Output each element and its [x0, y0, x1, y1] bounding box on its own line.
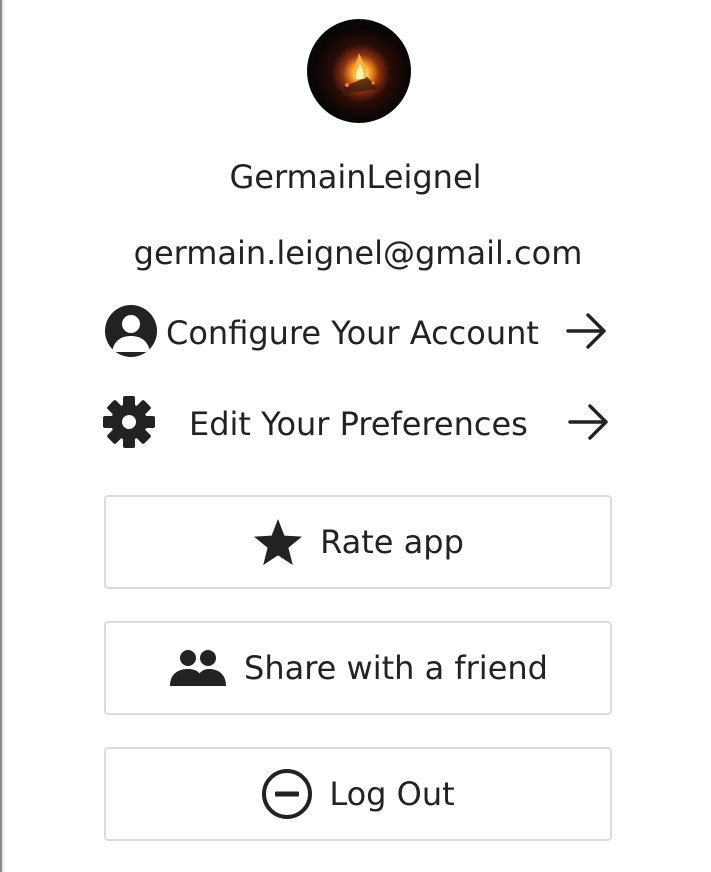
share-label: Share with a friend	[244, 649, 548, 687]
edit-preferences-label: Edit Your Preferences	[189, 405, 528, 443]
email: germain.leignel@gmail.com	[133, 234, 583, 272]
star-icon	[252, 517, 304, 567]
share-with-friend-button[interactable]: Share with a friend	[104, 621, 612, 715]
profile-panel: GermainLeignel germain.leignel@gmail.com…	[0, 0, 711, 872]
minus-circle-icon	[261, 768, 313, 820]
avatar	[307, 19, 411, 123]
users-icon	[168, 646, 228, 690]
rate-app-button[interactable]: Rate app	[104, 495, 612, 589]
log-out-button[interactable]: Log Out	[104, 747, 612, 841]
username: GermainLeignel	[229, 158, 482, 196]
arrow-right-icon	[564, 311, 610, 355]
edit-preferences-link[interactable]: Edit Your Preferences	[100, 394, 620, 454]
rate-app-label: Rate app	[320, 523, 464, 561]
user-circle-icon	[104, 304, 158, 362]
configure-account-label: Configure Your Account	[166, 314, 539, 352]
log-out-label: Log Out	[329, 775, 455, 813]
gear-icon	[102, 395, 156, 453]
campfire-image	[343, 53, 379, 93]
configure-account-link[interactable]: Configure Your Account	[100, 303, 620, 363]
arrow-right-icon	[566, 402, 612, 446]
